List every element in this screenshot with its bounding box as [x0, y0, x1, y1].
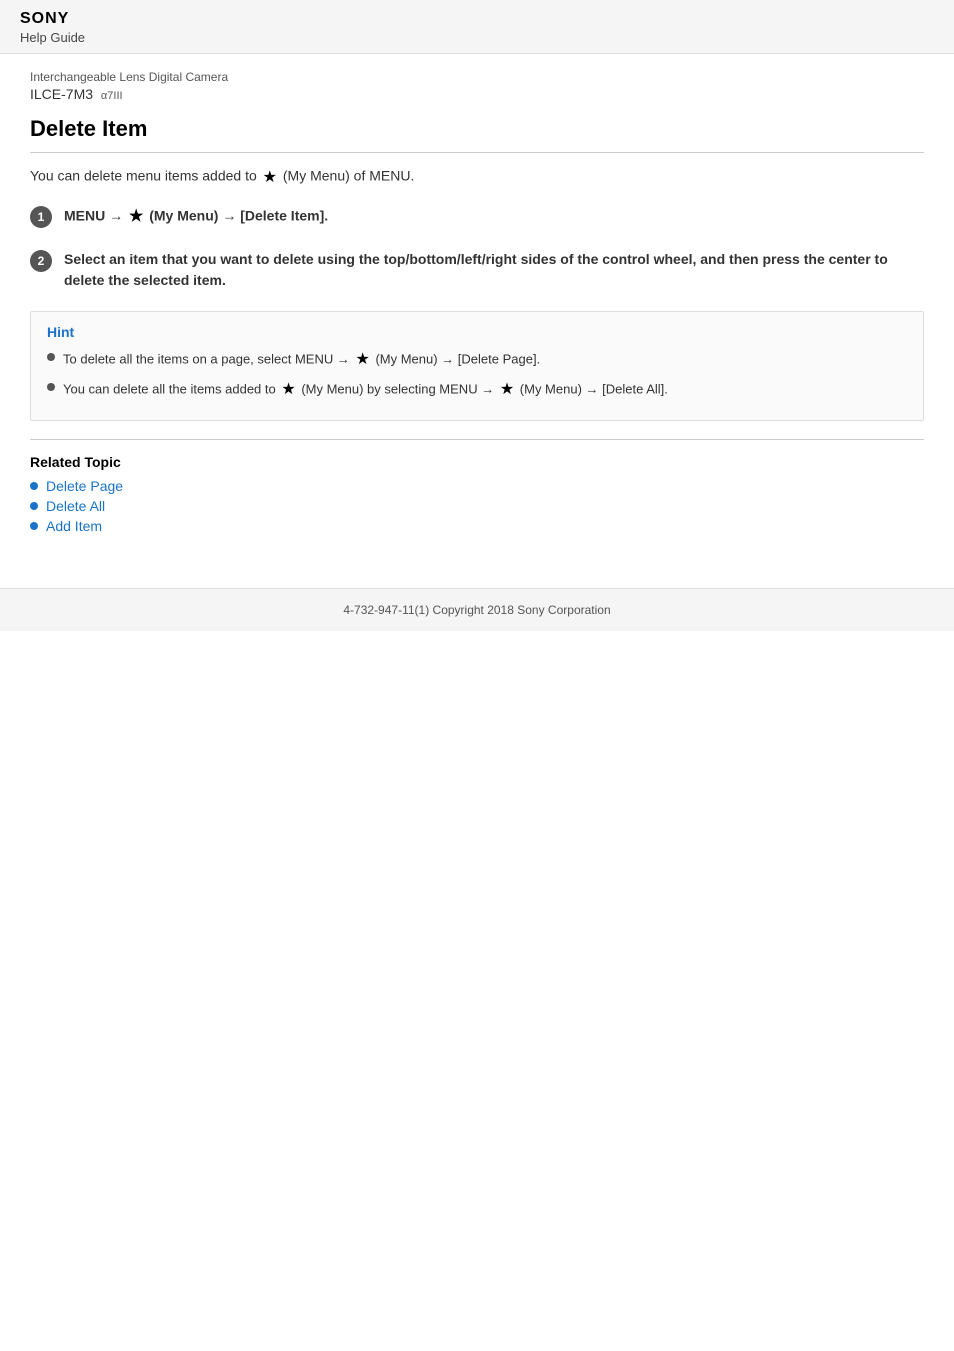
related-item-1[interactable]: Delete Page: [30, 478, 924, 494]
hint-bullet-2: [47, 383, 55, 391]
hint1-prefix: To delete all the items on a page, selec…: [63, 351, 353, 366]
step-2-content: Select an item that you want to delete u…: [64, 249, 924, 291]
hint-item-2-text: You can delete all the items added to ★ …: [63, 378, 668, 402]
related-item-2[interactable]: Delete All: [30, 498, 924, 514]
hint-list: To delete all the items on a page, selec…: [47, 348, 907, 402]
related-section: Related Topic Delete Page Delete All Add…: [30, 454, 924, 534]
related-link-delete-all[interactable]: Delete All: [46, 498, 105, 514]
related-link-delete-page[interactable]: Delete Page: [46, 478, 123, 494]
related-link-add-item[interactable]: Add Item: [46, 518, 102, 534]
intro-text-suffix: (My Menu) of MENU.: [283, 168, 414, 184]
hint-title: Hint: [47, 324, 907, 340]
hint-item-1-text: To delete all the items on a page, selec…: [63, 348, 540, 372]
hint2-middle: (My Menu) by selecting MENU →: [301, 381, 498, 396]
device-model: ILCE-7M3 α7III: [30, 86, 924, 102]
step-1-number: 1: [30, 206, 52, 228]
related-item-3[interactable]: Add Item: [30, 518, 924, 534]
related-divider: [30, 439, 924, 440]
model-sub: α7III: [101, 90, 123, 102]
step1-prefix: MENU →: [64, 208, 127, 224]
star-icon-hint1: ★: [355, 348, 369, 372]
related-bullet-3: [30, 522, 38, 530]
hint1-middle: (My Menu) → [Delete Page].: [375, 351, 540, 366]
page-title: Delete Item: [30, 116, 924, 142]
step1-middle: (My Menu) → [Delete Item].: [149, 208, 328, 224]
model-name: ILCE-7M3: [30, 86, 93, 102]
related-bullet-1: [30, 482, 38, 490]
step-1-content: MENU → ★ (My Menu) → [Delete Item].: [64, 205, 328, 229]
hint-box: Hint To delete all the items on a page, …: [30, 311, 924, 421]
hint-item-2: You can delete all the items added to ★ …: [47, 378, 907, 402]
star-icon-intro: ★: [263, 167, 277, 187]
help-guide-label: Help Guide: [20, 30, 934, 45]
footer: 4-732-947-11(1) Copyright 2018 Sony Corp…: [0, 588, 954, 631]
header: SONY Help Guide: [0, 0, 954, 54]
intro-text-prefix: You can delete menu items added to: [30, 168, 257, 184]
related-list: Delete Page Delete All Add Item: [30, 478, 924, 534]
related-bullet-2: [30, 502, 38, 510]
star-icon-hint2b: ★: [500, 378, 514, 402]
hint-item-1: To delete all the items on a page, selec…: [47, 348, 907, 372]
title-divider: [30, 152, 924, 153]
intro-paragraph: You can delete menu items added to ★ (My…: [30, 167, 924, 187]
step-1: 1 MENU → ★ (My Menu) → [Delete Item].: [30, 205, 924, 229]
star-icon-step1: ★: [129, 205, 143, 229]
step-2: 2 Select an item that you want to delete…: [30, 249, 924, 291]
main-content: Interchangeable Lens Digital Camera ILCE…: [0, 54, 954, 558]
step-2-number: 2: [30, 250, 52, 272]
hint2-middle2: (My Menu) → [Delete All].: [520, 381, 668, 396]
hint2-prefix: You can delete all the items added to: [63, 381, 279, 396]
brand-name: SONY: [20, 10, 934, 28]
copyright-text: 4-732-947-11(1) Copyright 2018 Sony Corp…: [343, 603, 610, 617]
breadcrumb: Interchangeable Lens Digital Camera: [30, 70, 924, 84]
related-title: Related Topic: [30, 454, 924, 470]
star-icon-hint2a: ★: [281, 378, 295, 402]
hint-bullet-1: [47, 353, 55, 361]
